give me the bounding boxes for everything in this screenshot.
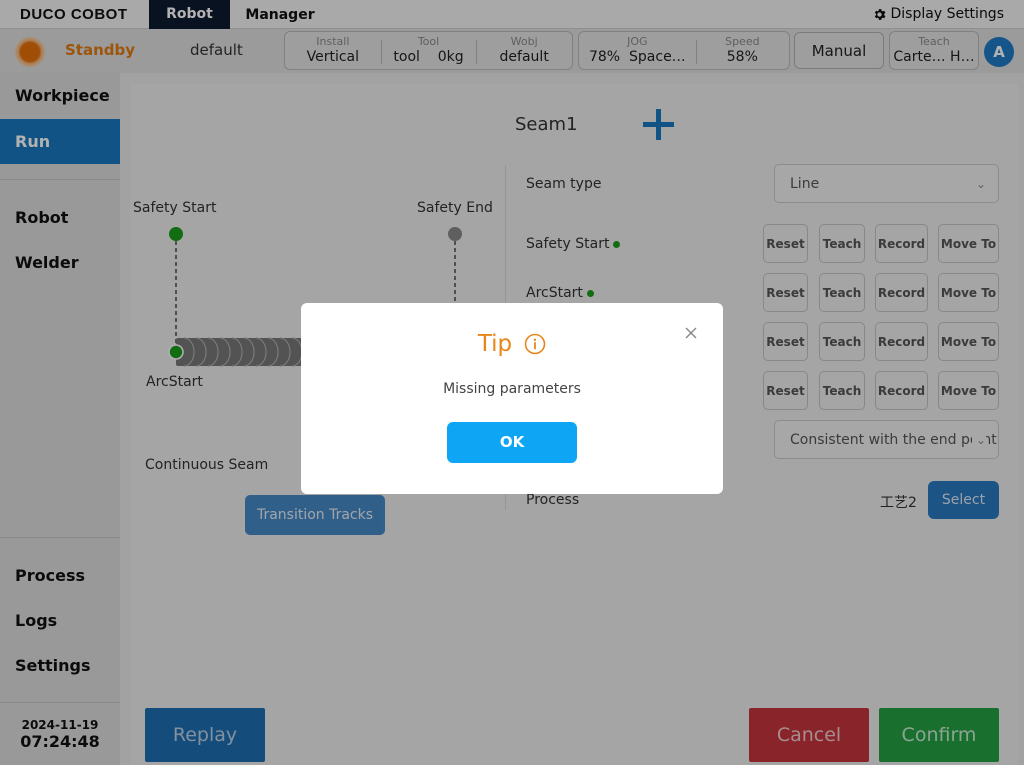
dialog-title-text: Tip	[477, 331, 513, 357]
info-icon	[524, 333, 546, 355]
dialog-title: Tip	[301, 331, 723, 357]
ok-button[interactable]: OK	[447, 422, 577, 463]
dialog-message: Missing parameters	[443, 381, 581, 397]
close-icon[interactable]	[683, 325, 699, 341]
tip-dialog: Tip Missing parameters OK	[301, 303, 723, 494]
